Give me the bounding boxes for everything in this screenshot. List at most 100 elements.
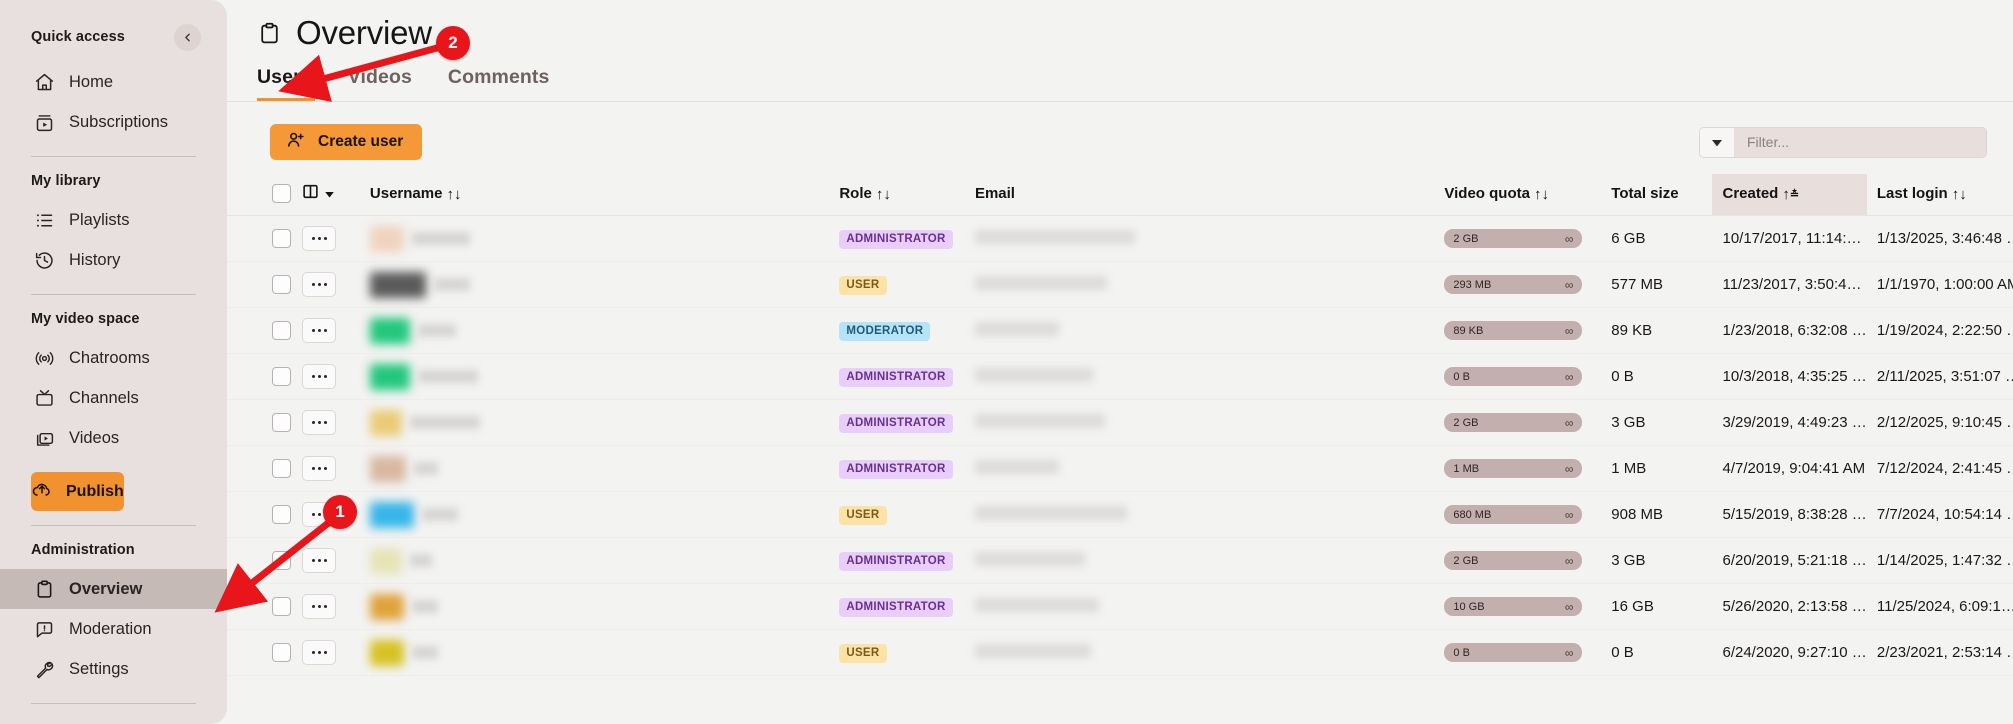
sidebar-item-overview[interactable]: Overview	[0, 569, 227, 609]
row-actions-button[interactable]	[302, 226, 337, 251]
row-checkbox[interactable]	[272, 459, 291, 478]
row-checkbox[interactable]	[272, 275, 291, 294]
video-quota-value: 0 B	[1453, 370, 1470, 383]
row-last-login-cell: 1/13/2025, 3:46:48 …	[1866, 215, 2013, 262]
users-table-head: Username ↑↓ Role ↑↓ Email Video quota ↑↓ To	[227, 174, 2013, 216]
table-row[interactable]: USER 680 MB ∞ 908 MB 5/15/2019, 8:38:28 … 7/7…	[227, 491, 2013, 538]
email-redacted	[974, 413, 1105, 428]
infinity-icon: ∞	[1564, 415, 1574, 430]
row-actions-button[interactable]	[302, 364, 337, 389]
row-email-cell	[974, 399, 1445, 446]
row-checkbox[interactable]	[272, 367, 291, 386]
sidebar-item-history[interactable]: History	[0, 240, 227, 280]
row-last-login-cell: 2/12/2025, 9:10:45 …	[1866, 399, 2013, 446]
row-total-size-cell: 908 MB	[1611, 491, 1713, 538]
row-email-cell	[974, 215, 1445, 262]
th-last-login[interactable]: Last login ↑↓	[1866, 174, 2013, 216]
sidebar-item-subscriptions[interactable]: Subscriptions	[0, 102, 227, 142]
table-row[interactable]: USER 0 B ∞ 0 B 6/24/2020, 9:27:10 … 2/23/2021…	[227, 629, 2013, 676]
email-redacted	[974, 275, 1107, 290]
th-label: Email	[974, 185, 1015, 202]
email-redacted	[974, 505, 1127, 520]
row-quota-cell: 680 MB ∞	[1444, 491, 1612, 538]
table-row[interactable]: ADMINISTRATOR 1 MB ∞ 1 MB 4/7/2019, 9:04:41 …	[227, 445, 2013, 492]
sidebar-collapse-button[interactable]	[174, 23, 201, 51]
row-actions-button[interactable]	[302, 272, 337, 297]
row-total-size-cell: 6 GB	[1611, 215, 1713, 262]
sidebar-item-settings[interactable]: Settings	[0, 649, 227, 689]
row-checkbox[interactable]	[272, 413, 291, 432]
username-text-redacted	[411, 232, 470, 245]
row-username-cell	[369, 399, 840, 446]
th-label: Role	[839, 184, 872, 202]
select-all-checkbox[interactable]	[272, 184, 291, 203]
upload-cloud-icon	[31, 478, 53, 505]
username-redacted	[369, 363, 839, 390]
column-picker-button[interactable]	[302, 183, 370, 204]
row-menu-cell	[302, 261, 370, 308]
table-row[interactable]: ADMINISTRATOR 2 GB ∞ 3 GB 6/20/2019, 5:21:18…	[227, 537, 2013, 584]
sidebar-item-chatrooms[interactable]: Chatrooms	[0, 338, 227, 378]
sidebar-item-moderation[interactable]: Moderation	[0, 609, 227, 649]
chevron-left-icon	[181, 31, 194, 44]
publish-button[interactable]: Publish	[31, 472, 124, 511]
row-actions-button[interactable]	[302, 456, 337, 481]
th-created[interactable]: Created ↑≛	[1712, 174, 1867, 216]
th-role[interactable]: Role ↑↓	[839, 174, 975, 216]
row-checkbox[interactable]	[272, 321, 291, 340]
video-quota-value: 2 GB	[1453, 554, 1479, 567]
table-row[interactable]: ADMINISTRATOR 0 B ∞ 0 B 10/3/2018, 4:35:25 ……	[227, 353, 2013, 400]
create-user-button[interactable]: Create user	[270, 124, 423, 160]
sidebar-divider-3	[31, 525, 196, 526]
row-actions-button[interactable]	[302, 640, 337, 665]
table-row[interactable]: ADMINISTRATOR 10 GB ∞ 16 GB 5/26/2020, 2:13:…	[227, 583, 2013, 630]
row-select-cell	[227, 307, 303, 354]
row-quota-cell: 2 GB ∞	[1444, 537, 1612, 584]
dot	[317, 237, 321, 240]
row-quota-cell: 2 GB ∞	[1444, 215, 1612, 262]
table-row[interactable]: MODERATOR 89 KB ∞ 89 KB 1/23/2018, 6:32:08 ……	[227, 307, 2013, 354]
row-checkbox[interactable]	[272, 643, 291, 662]
sidebar-item-home[interactable]: Home	[0, 62, 227, 102]
avatar	[369, 639, 404, 666]
video-quota-bar: 680 MB ∞	[1444, 505, 1583, 524]
dot	[323, 467, 327, 470]
table-row[interactable]: ADMINISTRATOR 2 GB ∞ 6 GB 10/17/2017, 11:14:…	[227, 215, 2013, 262]
row-total-size-cell: 1 MB	[1611, 445, 1713, 492]
filter-dropdown-button[interactable]	[1700, 127, 1735, 157]
row-menu-cell	[302, 215, 370, 262]
sidebar-item-channels[interactable]: Channels	[0, 378, 227, 418]
row-actions-button[interactable]	[302, 318, 337, 343]
infinity-icon: ∞	[1564, 507, 1574, 522]
row-username-cell	[369, 583, 840, 630]
row-role-cell: USER	[839, 629, 975, 676]
username-redacted	[369, 225, 839, 252]
video-quota-bar: 0 B ∞	[1444, 367, 1583, 386]
sidebar-item-videos[interactable]: Videos	[0, 418, 227, 458]
row-created-cell: 10/3/2018, 4:35:25 …	[1712, 353, 1867, 400]
avatar	[369, 363, 410, 390]
row-role-cell: MODERATOR	[839, 307, 975, 354]
row-menu-cell	[302, 445, 370, 492]
dot	[311, 421, 315, 424]
row-last-login-cell: 1/14/2025, 1:47:32 …	[1866, 537, 2013, 584]
video-quota-bar: 1 MB ∞	[1444, 459, 1583, 478]
table-row[interactable]: USER 293 MB ∞ 577 MB 11/23/2017, 3:50:4… 1/1/…	[227, 261, 2013, 308]
sidebar-item-playlists[interactable]: Playlists	[0, 200, 227, 240]
video-stack-icon	[33, 427, 55, 449]
row-username-cell	[369, 537, 840, 584]
dot	[311, 283, 315, 286]
video-quota-value: 293 MB	[1453, 278, 1492, 291]
th-video-quota[interactable]: Video quota ↑↓	[1444, 174, 1612, 216]
columns-icon	[302, 183, 319, 204]
dot	[317, 467, 321, 470]
dot	[317, 421, 321, 424]
th-username[interactable]: Username ↑↓	[369, 174, 840, 216]
row-actions-button[interactable]	[302, 410, 337, 435]
sidebar-item-label: Playlists	[69, 210, 130, 229]
infinity-icon: ∞	[1564, 323, 1574, 338]
row-checkbox[interactable]	[272, 229, 291, 248]
table-row[interactable]: ADMINISTRATOR 2 GB ∞ 3 GB 3/29/2019, 4:49:23…	[227, 399, 2013, 446]
filter-input[interactable]	[1735, 127, 1986, 157]
dot	[317, 651, 321, 654]
